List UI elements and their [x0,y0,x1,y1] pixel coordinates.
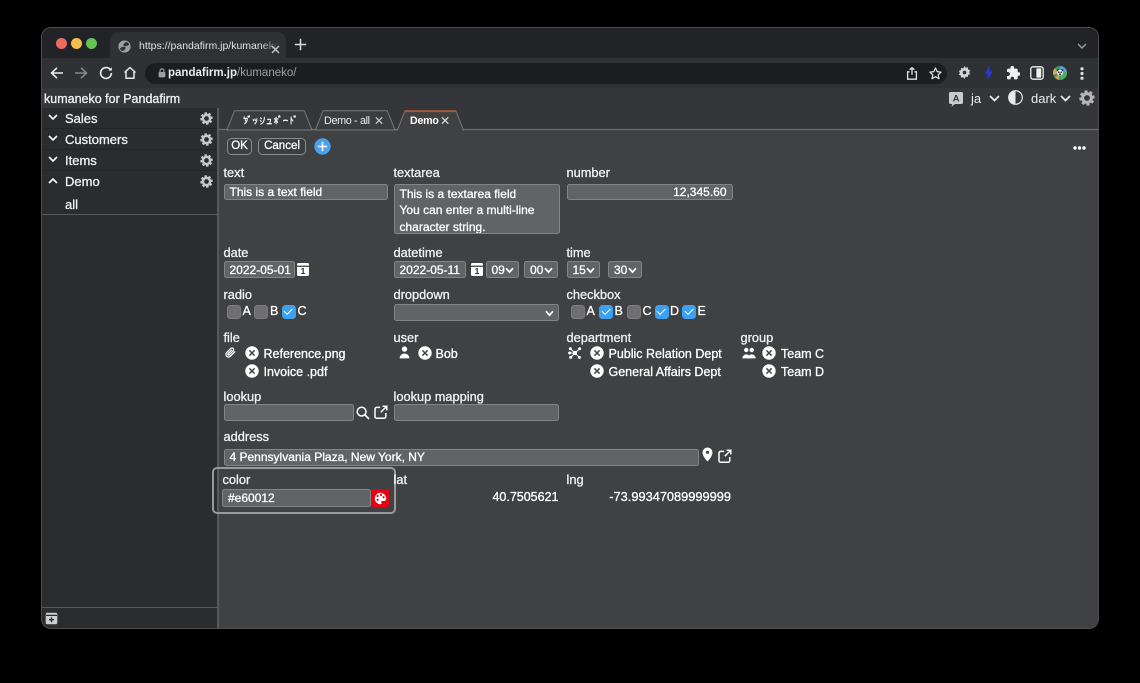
svg-text:Demo: Demo [410,115,439,127]
svg-text:A: A [953,93,960,104]
svg-text:1: 1 [300,266,305,276]
svg-text:Demo - all: Demo - all [324,115,370,127]
svg-text:1: 1 [474,266,479,276]
